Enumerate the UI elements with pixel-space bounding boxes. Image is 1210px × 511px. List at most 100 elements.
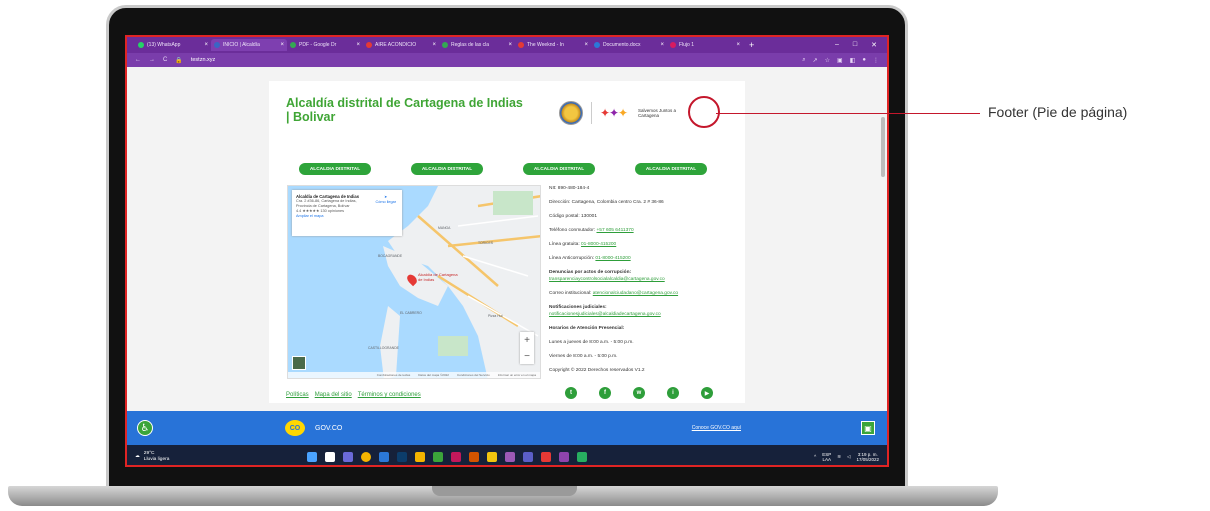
clock-date: 17/05/2022 xyxy=(856,457,879,462)
close-window-icon[interactable]: ✕ xyxy=(871,41,877,49)
judicial-link[interactable]: notificacionesjudiciales@alcaldiadecarta… xyxy=(549,312,661,317)
terms-link[interactable]: Términos y condiciones xyxy=(358,392,421,398)
app-icon[interactable] xyxy=(559,452,570,462)
close-tab-icon[interactable]: × xyxy=(584,42,588,48)
maximize-icon[interactable]: □ xyxy=(853,41,857,49)
star-icon[interactable]: ☆ xyxy=(825,57,830,64)
zoom-out-icon[interactable]: − xyxy=(524,351,530,362)
word-icon xyxy=(594,42,600,48)
map-footer-text[interactable]: Informar un error en el mapa xyxy=(498,373,536,377)
twitter-icon[interactable]: t xyxy=(565,387,577,399)
zoom-in-icon[interactable]: + xyxy=(524,335,530,346)
volume-icon[interactable]: ◁ xyxy=(847,454,850,460)
page-scrollbar[interactable] xyxy=(881,117,885,177)
govco-link[interactable]: Conoce GOV.CO aquí xyxy=(692,425,741,431)
satellite-toggle[interactable] xyxy=(292,356,306,370)
map-pin-label: Alcaldía de Cartagena de Indias xyxy=(418,272,458,282)
map-footer-text[interactable]: Condiciones del Servicio xyxy=(457,373,490,377)
illustrator-icon[interactable] xyxy=(469,452,480,462)
language-indicator[interactable]: ESP LAA xyxy=(822,452,831,463)
reload-icon[interactable]: C xyxy=(163,57,167,63)
tab-label: Flujo 1 xyxy=(679,42,695,48)
menu-icon[interactable]: ⋮ xyxy=(873,57,879,64)
sitemap-link[interactable]: Mapa del sitio xyxy=(315,392,352,398)
back-icon[interactable]: ← xyxy=(135,57,141,63)
browser-tab[interactable]: (13) WhatsApp × xyxy=(135,39,211,51)
browser-tab[interactable]: Documento.docx × xyxy=(591,39,667,51)
facebook-icon[interactable]: f xyxy=(599,387,611,399)
windows-start-icon[interactable] xyxy=(307,452,318,462)
instagram-icon[interactable]: i xyxy=(667,387,679,399)
app-icon[interactable] xyxy=(433,452,444,462)
policies-link[interactable]: Políticas xyxy=(286,392,309,398)
profile-icon[interactable]: ● xyxy=(862,57,866,64)
app-icon[interactable] xyxy=(505,452,516,462)
browser-tab[interactable]: Reglas de las cla × xyxy=(439,39,515,51)
embedded-map[interactable]: MANGA TORICES BOCAGRANDE EL CABRERO Pizz… xyxy=(287,185,541,379)
map-footer-text[interactable]: Combinaciones de teclas xyxy=(377,373,411,377)
tab-label: INICIO | Alcaldía xyxy=(223,42,260,48)
alcaldia-button[interactable]: ALCALDIA DISTRITAL xyxy=(635,163,707,175)
app-icon[interactable] xyxy=(451,452,462,462)
sidebar-icon[interactable]: ◧ xyxy=(850,57,856,64)
app-icon[interactable] xyxy=(577,452,588,462)
youtube-icon[interactable]: ▶ xyxy=(701,387,713,399)
anticorruption-link[interactable]: 01-8000-415200 xyxy=(595,256,630,261)
zoom-icon[interactable]: ⌕ xyxy=(802,57,805,64)
directions-button[interactable]: ➤ Cómo llegar xyxy=(376,195,396,205)
map-label: BOCAGRANDE xyxy=(378,254,403,258)
browser-tab[interactable]: AIRE ACONDICIO × xyxy=(363,39,439,51)
clock[interactable]: 3:19 p. m. 17/05/2022 xyxy=(856,452,879,463)
search-icon[interactable] xyxy=(325,452,336,462)
close-tab-icon[interactable]: × xyxy=(508,42,512,48)
phone-link[interactable]: +57 605 6411370 xyxy=(596,228,633,233)
tab-label: The Weeknd - In xyxy=(527,42,564,48)
callout-circle xyxy=(688,96,720,128)
close-tab-icon[interactable]: × xyxy=(280,42,284,48)
alcaldia-button[interactable]: ALCALDIA DISTRITAL xyxy=(299,163,371,175)
email-link[interactable]: atencionalciudadano@cartagena.gov.co xyxy=(593,291,678,296)
place-address: Cra. 2 #36-86, Cartagena de Indias, Prov… xyxy=(296,199,357,208)
close-tab-icon[interactable]: × xyxy=(356,42,360,48)
close-tab-icon[interactable]: × xyxy=(736,42,740,48)
phone-row: Teléfono conmutador: +57 605 6411370 xyxy=(549,227,739,234)
alcaldia-button[interactable]: ALCALDIA DISTRITAL xyxy=(411,163,483,175)
close-tab-icon[interactable]: × xyxy=(204,42,208,48)
browser-tab[interactable]: Flujo 1 × xyxy=(667,39,743,51)
chat-icon[interactable] xyxy=(343,452,354,462)
alcaldia-button[interactable]: ALCALDIA DISTRITAL xyxy=(523,163,595,175)
address-bar: ← → C 🔒 testzn.xyz ⌕ ↗ ☆ ▣ ◧ ● ⋮ xyxy=(127,53,887,67)
photoshop-icon[interactable] xyxy=(397,452,408,462)
close-tab-icon[interactable]: × xyxy=(432,42,436,48)
minimize-icon[interactable]: – xyxy=(835,41,839,49)
extensions-icon[interactable]: ▣ xyxy=(837,57,843,64)
app-icon[interactable] xyxy=(379,452,390,462)
share-icon[interactable]: ↗ xyxy=(813,57,818,64)
url-field[interactable]: testzn.xyz xyxy=(191,57,215,63)
chevron-up-icon[interactable]: ^ xyxy=(814,454,816,460)
app-icon[interactable] xyxy=(415,452,426,462)
accessibility-icon[interactable]: ♿ xyxy=(137,420,153,436)
map-label: CASTILLOGRANDE xyxy=(368,346,399,350)
weather-widget[interactable]: ☁ 29°C Lluvia ligera xyxy=(135,451,169,463)
free-line-link[interactable]: 01-8000-415200 xyxy=(581,242,616,247)
teams-icon[interactable] xyxy=(523,452,534,462)
wifi-icon[interactable]: ≋ xyxy=(837,454,841,460)
acrobat-icon[interactable] xyxy=(541,452,552,462)
anticorruption-label: Línea Anticorrupción: xyxy=(549,256,595,261)
judicial-row: Notificaciones judiciales: notificaciones… xyxy=(549,304,739,318)
enlarge-map-link[interactable]: Ampliar el mapa xyxy=(296,214,398,219)
close-tab-icon[interactable]: × xyxy=(660,42,664,48)
govco-brand[interactable]: GOV.CO xyxy=(315,425,342,432)
chat-icon[interactable]: ▣ xyxy=(861,421,875,435)
browser-tab[interactable]: The Weeknd - In × xyxy=(515,39,591,51)
complaints-link[interactable]: transparenciaycontrolsocialalcaldia@cart… xyxy=(549,277,665,282)
browser-tab[interactable]: PDF - Google Dr × xyxy=(287,39,363,51)
chrome-icon[interactable] xyxy=(361,452,372,462)
new-tab-button[interactable]: + xyxy=(749,40,754,50)
browser-tab-active[interactable]: INICIO | Alcaldía × xyxy=(211,39,287,51)
whatsapp-icon[interactable]: w xyxy=(633,387,645,399)
system-tray: ^ ESP LAA ≋ ◁ 3:19 p. m. 17/05/2022 xyxy=(814,452,879,463)
forward-icon[interactable]: → xyxy=(149,57,155,63)
folder-icon[interactable] xyxy=(487,452,498,462)
